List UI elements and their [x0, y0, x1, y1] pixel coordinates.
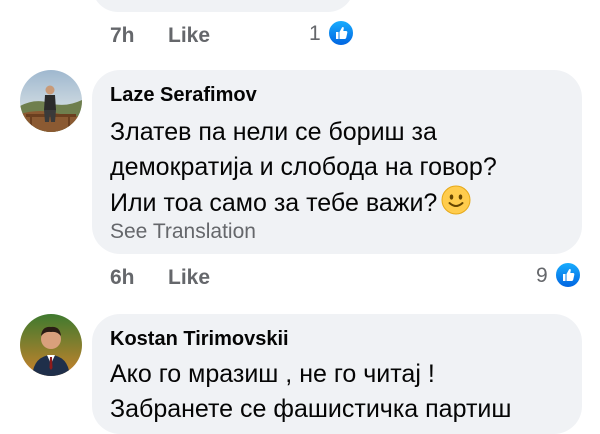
comment-text-line-3-text: Или тоа само за тебе важи? [110, 189, 438, 217]
comment-author[interactable]: Kostan Tirimovskii [110, 328, 289, 351]
comment-text-line-2: демократија и слобода на говор? [110, 153, 497, 181]
see-translation-link[interactable]: See Translation [110, 220, 256, 244]
comment-author[interactable]: Laze Serafimov [110, 84, 257, 107]
comment-text-line-1: Златев па нели се бориш за [110, 118, 437, 146]
reaction-count[interactable]: 9 [536, 264, 548, 288]
comment-time: 7h [110, 24, 135, 47]
reaction-count[interactable]: 1 [309, 22, 321, 46]
comment-time: 6h [110, 266, 135, 289]
smiling-face-emoji [441, 185, 471, 225]
avatar[interactable] [20, 314, 82, 376]
like-thumb-icon[interactable] [327, 19, 355, 47]
comment-text-line-3: Или тоа само за тебе важи? [110, 185, 471, 225]
like-button[interactable]: Like [168, 24, 210, 48]
comment-text-line-1: Ако го мразиш , не го читај ! [110, 360, 435, 388]
comment-text-line-2: Забранете се фашистичка партиш [110, 395, 512, 423]
previous-comment-bubble [92, 0, 354, 12]
avatar[interactable] [20, 70, 82, 132]
like-thumb-icon[interactable] [554, 261, 582, 289]
like-button[interactable]: Like [168, 266, 210, 290]
